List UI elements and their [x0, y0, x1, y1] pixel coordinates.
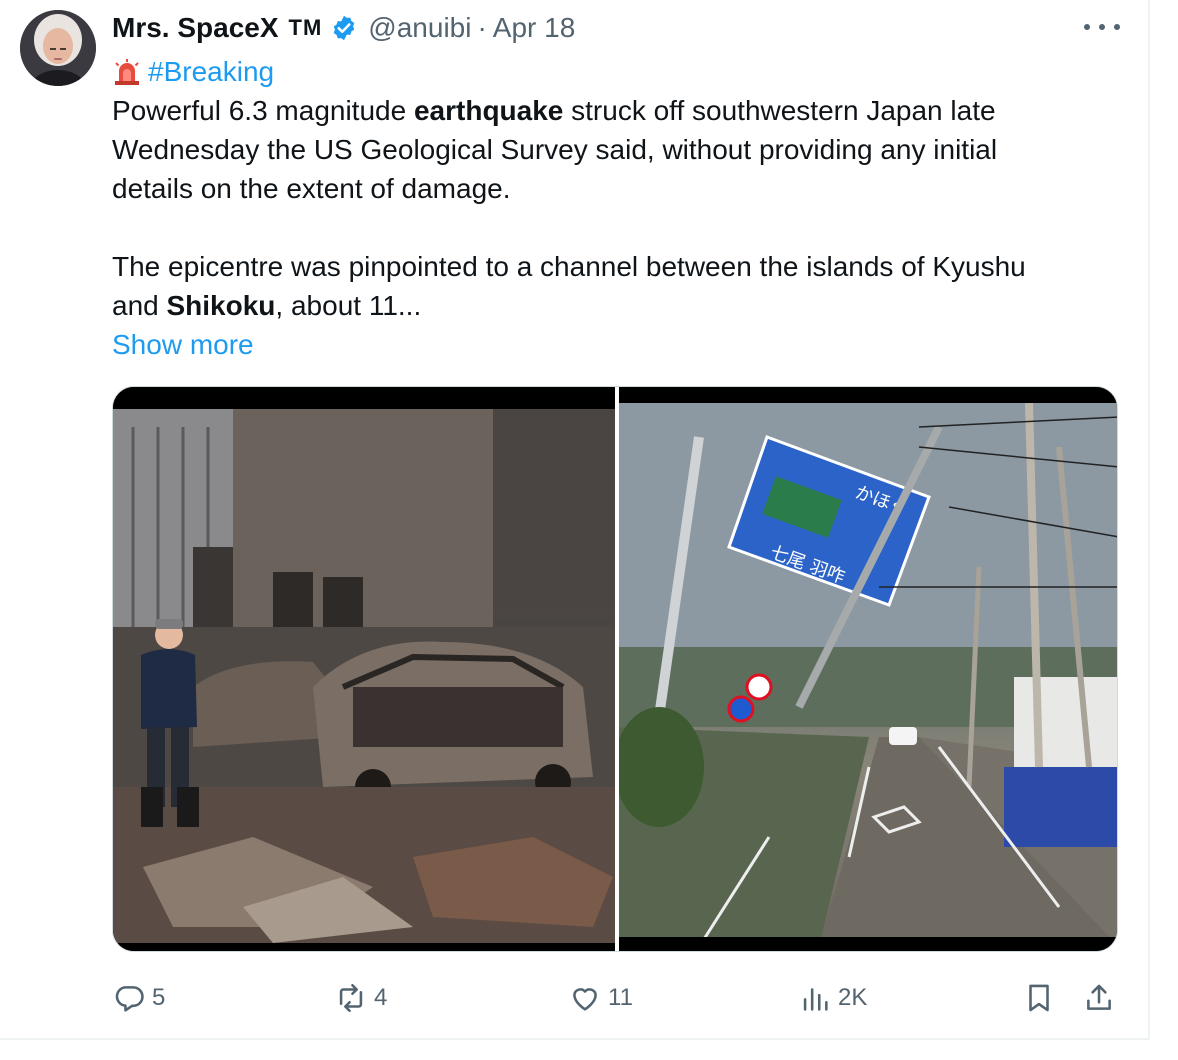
- text-line: The epicentre was pinpointed to a channe…: [112, 251, 1026, 282]
- text-line: and Shikoku, about 11...: [112, 290, 422, 321]
- repost-count: 4: [374, 984, 388, 1011]
- heart-icon: [573, 988, 597, 1011]
- separator-dot: ·: [477, 12, 487, 43]
- more-dot-icon: [1084, 24, 1090, 30]
- post-date[interactable]: Apr 18: [493, 12, 576, 44]
- burned-cars-illustration-icon: [113, 409, 615, 951]
- avatar-photo-icon: [20, 10, 96, 86]
- tweet-text: #Breaking Powerful 6.3 magnitude earthqu…: [112, 52, 1122, 364]
- verified-badge-icon[interactable]: [330, 14, 358, 42]
- views-chart-icon: [803, 988, 828, 1011]
- tweet: Mrs. SpaceX TM @anuibi · Apr 18 #Breakin…: [0, 0, 1150, 1040]
- text-line: Powerful 6.3 magnitude earthquake struck…: [112, 95, 996, 126]
- damaged-road-illustration-icon: かほく 七尾 羽咋: [614, 402, 1117, 948]
- more-dot-icon: [1114, 24, 1120, 30]
- views-count: 2K: [838, 984, 868, 1011]
- reply-count: 5: [152, 984, 166, 1011]
- like-button[interactable]: 11: [568, 978, 633, 1018]
- bookmark-button[interactable]: [1022, 978, 1056, 1018]
- user-handle[interactable]: @anuibi: [368, 12, 471, 44]
- earthquake-damaged-road-photo[interactable]: かほく 七尾 羽咋: [614, 387, 1117, 951]
- avatar[interactable]: [20, 10, 96, 86]
- display-name[interactable]: Mrs. SpaceX: [112, 12, 279, 44]
- share-button[interactable]: [1082, 978, 1116, 1018]
- media-grid: かほく 七尾 羽咋: [112, 386, 1118, 952]
- tweet-header: Mrs. SpaceX TM @anuibi · Apr 18: [112, 10, 575, 46]
- more-dot-icon: [1099, 24, 1105, 30]
- views-button[interactable]: 2K: [798, 978, 867, 1018]
- trademark-label: TM: [288, 15, 323, 40]
- action-bar: 5 4 11 2K: [112, 978, 1122, 1018]
- bookmark-icon: [1029, 984, 1049, 1012]
- more-options-button[interactable]: [1084, 12, 1120, 42]
- reply-button[interactable]: 5: [112, 978, 165, 1018]
- bold-keyword: earthquake: [413, 95, 564, 126]
- repost-arrows-icon: [339, 983, 363, 1013]
- share-upload-icon: [1087, 984, 1111, 1010]
- hashtag-link[interactable]: #Breaking: [148, 52, 274, 91]
- earthquake-fire-damage-photo[interactable]: [113, 387, 615, 951]
- text-line: details on the extent of damage.: [112, 173, 511, 204]
- rotating-light-emoji-icon: [115, 58, 139, 85]
- bold-keyword: Shikoku: [166, 290, 276, 321]
- text-line: Wednesday the US Geological Survey said,…: [112, 134, 998, 165]
- like-count: 11: [608, 984, 633, 1011]
- show-more-link[interactable]: Show more: [112, 325, 1122, 364]
- repost-button[interactable]: 4: [334, 978, 387, 1018]
- reply-bubble-icon: [115, 986, 144, 1012]
